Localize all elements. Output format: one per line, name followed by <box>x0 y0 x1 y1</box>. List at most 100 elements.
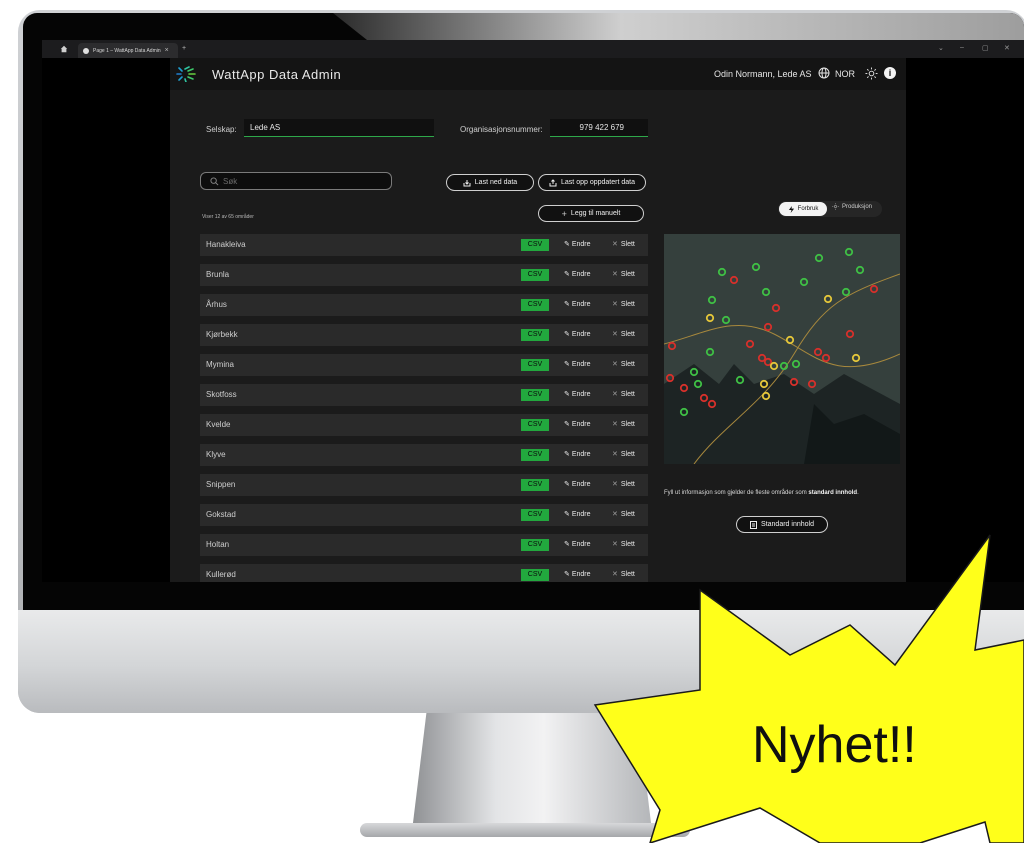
edit-button[interactable]: ✎ Endre <box>564 270 591 278</box>
screen: Page 1 – WattApp Data Admin × + ⌄ – ▢ ✕ <box>42 40 1024 582</box>
upload-data-button[interactable]: Last opp oppdatert data <box>538 174 646 191</box>
csv-badge[interactable]: CSV <box>521 449 549 461</box>
delete-button[interactable]: ✕ Slett <box>612 570 635 578</box>
edit-label: Endre <box>571 241 591 248</box>
edit-button[interactable]: ✎ Endre <box>564 540 591 548</box>
delete-button[interactable]: ✕ Slett <box>612 510 635 518</box>
delete-button[interactable]: ✕ Slett <box>612 390 635 398</box>
toggle-produksjon[interactable]: Produksjon <box>832 203 872 210</box>
table-row[interactable]: Mymina CSV ✎ Endre ✕ Slett <box>200 354 648 376</box>
pencil-icon: ✎ <box>564 331 572 338</box>
map-canvas[interactable] <box>664 234 900 464</box>
language-selector[interactable]: NOR <box>835 69 855 79</box>
edit-button[interactable]: ✎ Endre <box>564 420 591 428</box>
edit-button[interactable]: ✎ Endre <box>564 570 591 578</box>
add-manual-button[interactable]: + Legg til manuelt <box>538 205 644 222</box>
csv-badge[interactable]: CSV <box>521 329 549 341</box>
delete-button[interactable]: ✕ Slett <box>612 480 635 488</box>
csv-badge[interactable]: CSV <box>521 539 549 551</box>
edit-button[interactable]: ✎ Endre <box>564 510 591 518</box>
area-name: Hanakleiva <box>206 240 246 249</box>
delete-label: Slett <box>620 241 635 248</box>
pencil-icon: ✎ <box>564 571 572 578</box>
csv-badge[interactable]: CSV <box>521 419 549 431</box>
edit-label: Endre <box>571 391 591 398</box>
table-row[interactable]: Hanakleiva CSV ✎ Endre ✕ Slett <box>200 234 648 256</box>
mode-toggle[interactable]: Forbruk Produksjon <box>778 201 882 217</box>
close-window-button[interactable]: ✕ <box>1004 44 1010 52</box>
table-row[interactable]: Skotfoss CSV ✎ Endre ✕ Slett <box>200 384 648 406</box>
pencil-icon: ✎ <box>564 271 572 278</box>
tab-close-icon[interactable]: × <box>165 47 169 54</box>
edit-button[interactable]: ✎ Endre <box>564 450 591 458</box>
company-field[interactable]: Lede AS <box>244 119 434 137</box>
monitor-chin <box>18 610 1024 713</box>
window-menu-icon[interactable]: ⌄ <box>938 44 944 52</box>
delete-label: Slett <box>620 481 635 488</box>
csv-badge[interactable]: CSV <box>521 389 549 401</box>
sun-icon <box>832 203 839 210</box>
wattapp-logo-icon <box>176 66 196 82</box>
toggle-forbruk-label: Forbruk <box>797 206 819 212</box>
delete-button[interactable]: ✕ Slett <box>612 360 635 368</box>
area-name: Brunla <box>206 270 230 279</box>
globe-icon[interactable] <box>818 67 830 79</box>
close-icon: ✕ <box>612 541 618 548</box>
map[interactable] <box>664 234 900 464</box>
minimize-button[interactable]: – <box>960 44 964 51</box>
browser-bar: Page 1 – WattApp Data Admin × + ⌄ – ▢ ✕ <box>42 40 1024 58</box>
org-number-field[interactable]: 979 422 679 <box>550 119 648 137</box>
delete-button[interactable]: ✕ Slett <box>612 540 635 548</box>
maximize-button[interactable]: ▢ <box>982 44 989 52</box>
user-name[interactable]: Odin Normann, Lede AS <box>714 69 812 79</box>
table-row[interactable]: Snippen CSV ✎ Endre ✕ Slett <box>200 474 648 496</box>
table-row[interactable]: Gokstad CSV ✎ Endre ✕ Slett <box>200 504 648 526</box>
theme-toggle-sun-icon[interactable] <box>865 67 878 80</box>
browser-tab[interactable]: Page 1 – WattApp Data Admin × <box>78 43 178 58</box>
toggle-forbruk[interactable]: Forbruk <box>779 202 827 216</box>
csv-badge[interactable]: CSV <box>521 299 549 311</box>
search-placeholder: Søk <box>223 177 238 186</box>
csv-badge[interactable]: CSV <box>521 569 549 581</box>
delete-button[interactable]: ✕ Slett <box>612 240 635 248</box>
pencil-icon: ✎ <box>564 241 572 248</box>
close-icon: ✕ <box>612 331 618 338</box>
new-tab-button[interactable]: + <box>182 45 186 52</box>
csv-badge[interactable]: CSV <box>521 239 549 251</box>
standard-content-button[interactable]: Standard innhold <box>736 516 828 533</box>
edit-button[interactable]: ✎ Endre <box>564 480 591 488</box>
table-row[interactable]: Kullerød CSV ✎ Endre ✕ Slett <box>200 564 648 582</box>
search-input[interactable]: Søk <box>200 172 392 190</box>
search-icon <box>210 177 219 186</box>
home-icon[interactable] <box>60 45 68 53</box>
area-name: Klyve <box>206 450 226 459</box>
delete-button[interactable]: ✕ Slett <box>612 270 635 278</box>
delete-button[interactable]: ✕ Slett <box>612 330 635 338</box>
edit-button[interactable]: ✎ Endre <box>564 360 591 368</box>
csv-badge[interactable]: CSV <box>521 269 549 281</box>
table-row[interactable]: Kjørbekk CSV ✎ Endre ✕ Slett <box>200 324 648 346</box>
delete-label: Slett <box>620 421 635 428</box>
table-row[interactable]: Kvelde CSV ✎ Endre ✕ Slett <box>200 414 648 436</box>
edit-button[interactable]: ✎ Endre <box>564 390 591 398</box>
app-header: WattApp Data Admin Odin Normann, Lede AS… <box>170 58 906 90</box>
edit-button[interactable]: ✎ Endre <box>564 240 591 248</box>
pencil-icon: ✎ <box>564 451 572 458</box>
monitor-stand-base <box>360 823 690 837</box>
delete-button[interactable]: ✕ Slett <box>612 420 635 428</box>
csv-badge[interactable]: CSV <box>521 509 549 521</box>
edit-button[interactable]: ✎ Endre <box>564 330 591 338</box>
download-data-button[interactable]: Last ned data <box>446 174 534 191</box>
download-data-label: Last ned data <box>474 179 518 186</box>
delete-button[interactable]: ✕ Slett <box>612 450 635 458</box>
table-row[interactable]: Klyve CSV ✎ Endre ✕ Slett <box>200 444 648 466</box>
delete-label: Slett <box>620 271 635 278</box>
edit-button[interactable]: ✎ Endre <box>564 300 591 308</box>
table-row[interactable]: Århus CSV ✎ Endre ✕ Slett <box>200 294 648 316</box>
csv-badge[interactable]: CSV <box>521 359 549 371</box>
info-icon[interactable]: i <box>884 67 896 79</box>
delete-button[interactable]: ✕ Slett <box>612 300 635 308</box>
csv-badge[interactable]: CSV <box>521 479 549 491</box>
table-row[interactable]: Brunla CSV ✎ Endre ✕ Slett <box>200 264 648 286</box>
table-row[interactable]: Holtan CSV ✎ Endre ✕ Slett <box>200 534 648 556</box>
